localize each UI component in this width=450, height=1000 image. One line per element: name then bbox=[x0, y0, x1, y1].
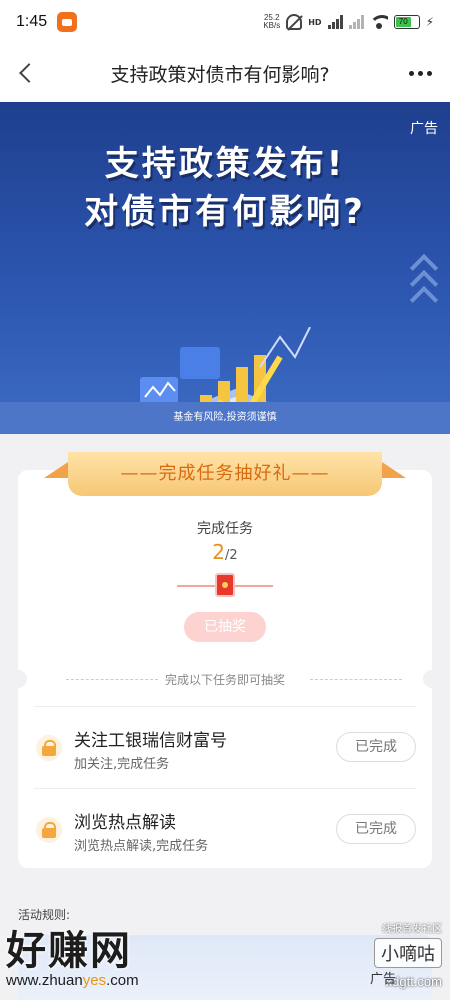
task-name: 关注工银瑞信财富号 bbox=[74, 731, 227, 751]
task-status-button[interactable]: 已完成 bbox=[336, 814, 416, 844]
chevron-left-icon bbox=[19, 63, 39, 83]
banner-headline-line2: 对债市有何影响? bbox=[84, 192, 366, 232]
back-button[interactable] bbox=[0, 44, 50, 102]
url-suffix: .com bbox=[106, 972, 139, 989]
status-time: 1:45 bbox=[16, 13, 48, 30]
banner-headline-line1: 支持政策发布! bbox=[104, 144, 346, 184]
watermark-right-sub: 线报首发社区 bbox=[382, 924, 442, 935]
watermark-left-title: 好赚网 bbox=[6, 928, 132, 974]
risk-disclaimer: 基金有风险,投资须谨慎 bbox=[0, 402, 450, 434]
task-status-button[interactable]: 已完成 bbox=[336, 732, 416, 762]
url-prefix: www.zhuan bbox=[6, 972, 83, 989]
task-item: 浏览热点解读 浏览热点解读,完成任务 已完成 bbox=[34, 788, 416, 868]
ribbon-title: ——完成任务抽好礼—— bbox=[68, 452, 382, 496]
chevrons-up-icon bbox=[409, 253, 439, 315]
task-name: 浏览热点解读 bbox=[74, 813, 176, 833]
task-item: 关注工银瑞信财富号 加关注,完成任务 已完成 bbox=[34, 706, 416, 786]
task-progress-title: 完成任务 bbox=[197, 521, 253, 537]
charging-icon: ⚡ bbox=[425, 15, 434, 29]
promo-banner[interactable]: 广告 支持政策发布! 对债市有何影响? 基金有风险,投资须谨慎 bbox=[0, 102, 450, 434]
task-ribbon: ——完成任务抽好礼—— bbox=[44, 452, 406, 500]
more-button[interactable] bbox=[390, 44, 450, 102]
mute-bell-icon bbox=[286, 14, 303, 30]
progress-done: 2 bbox=[212, 540, 226, 564]
watermark-right-brand: 小嘀咕 bbox=[374, 938, 442, 968]
red-envelope-icon bbox=[215, 573, 235, 597]
nav-bar: 支持政策对债市有何影响? bbox=[0, 44, 450, 102]
watermark-left-url: www.zhuanyes.com bbox=[6, 972, 139, 989]
task-progress: 2/2 bbox=[0, 540, 450, 564]
wifi-icon bbox=[369, 15, 388, 29]
hd-badge: HD bbox=[308, 17, 322, 27]
task-desc: 浏览热点解读,完成任务 bbox=[74, 839, 209, 854]
draw-button[interactable]: 已抽奖 bbox=[184, 612, 266, 642]
status-bar: 1:45 25.2 KB/s HD 70 ⚡ bbox=[0, 0, 450, 44]
divider-text: 完成以下任务即可抽奖 bbox=[164, 673, 285, 687]
task-desc: 加关注,完成任务 bbox=[74, 757, 170, 772]
signal-icon bbox=[327, 15, 343, 29]
banner-headline: 支持政策发布! 对债市有何影响? bbox=[0, 140, 450, 236]
ad-label: 广告 bbox=[410, 121, 438, 137]
app-notification-icon bbox=[57, 12, 78, 32]
task-divider: 完成以下任务即可抽奖 bbox=[9, 670, 441, 688]
watermark-left: 好赚网 www.zhuanyes.com bbox=[6, 918, 139, 989]
bottom-ad-label: 广告 bbox=[370, 972, 397, 987]
progress-total: /2 bbox=[225, 548, 238, 563]
battery-icon: 70 bbox=[393, 15, 420, 29]
page-title: 支持政策对债市有何影响? bbox=[110, 63, 330, 86]
battery-level: 70 bbox=[395, 17, 411, 27]
status-icons: 25.2 KB/s HD 70 ⚡ bbox=[263, 14, 434, 30]
unlock-icon bbox=[36, 735, 62, 761]
url-highlight: yes bbox=[82, 972, 107, 989]
signal-icon-2 bbox=[348, 15, 364, 29]
unlock-icon bbox=[36, 817, 62, 843]
network-speed-unit: KB/s bbox=[263, 21, 281, 30]
network-speed: 25.2 KB/s bbox=[263, 14, 280, 30]
